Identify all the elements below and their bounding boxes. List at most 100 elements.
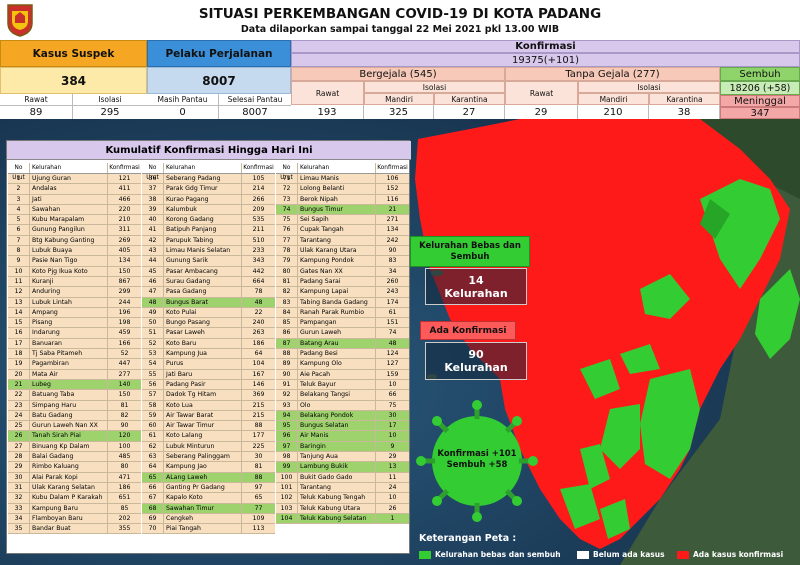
row-no: 34 [8, 513, 30, 524]
row-konfirmasi: 215 [252, 411, 265, 419]
row-kelurahan: Bungus Timur [298, 204, 376, 215]
row-no: 45 [142, 266, 164, 276]
virus-line1: Konfirmasi +101 [437, 449, 517, 459]
table-row: 102 Teluk Kabung Tengah 10 [276, 493, 409, 504]
table-row: 21 Lubeg 140 [8, 379, 141, 391]
legend-item-ada: Ada kasus konfirmasi [677, 550, 783, 559]
table-row: 43 Limau Manis Selatan 233 [142, 246, 275, 257]
row-konfirmasi: 198 [118, 319, 131, 327]
row-kelurahan: Balai Gadang [30, 452, 108, 462]
suspek-label: Kasus Suspek [0, 40, 147, 67]
table-row: 40 Korong Gadang 535 [142, 215, 275, 226]
row-no: 60 [142, 421, 164, 431]
table-row: 57 Dadok Tg Hitam 369 [142, 390, 275, 401]
legend-label-ada: Ada kasus konfirmasi [693, 550, 784, 559]
row-konfirmasi: 210 [118, 216, 131, 224]
row-kelurahan: Seberang Palinggam [164, 452, 242, 462]
row-konfirmasi: 202 [118, 514, 131, 522]
table-row: 86 Gurun Laweh 74 [276, 328, 409, 339]
table-row: 18 Tj Saba Pitameh 52 [8, 349, 141, 360]
row-no: 84 [276, 307, 298, 318]
ada-count: 90 [468, 348, 484, 361]
bergejala-mandiri-value: 325 [364, 105, 434, 119]
row-konfirmasi: 105 [252, 175, 265, 182]
row-kelurahan: Rimbo Kaluang [30, 462, 108, 472]
row-konfirmasi: 510 [252, 236, 265, 244]
row-no: 65 [142, 472, 164, 482]
konfirmasi-label: Konfirmasi [291, 40, 800, 53]
tanpa-gejala-karantina-value: 38 [649, 105, 720, 119]
row-konfirmasi: 74 [388, 329, 397, 337]
row-no: 36 [142, 174, 164, 184]
row-kelurahan: Seberang Padang [164, 174, 242, 184]
row-kelurahan: Air Tawar Timur [164, 421, 242, 431]
row-konfirmasi: 266 [252, 195, 265, 203]
suspek-rawat-value: 89 [0, 105, 73, 119]
table-row: 26 Tanah Sirah Piai 120 [8, 431, 141, 442]
row-kelurahan: Pasie Nan Tigo [30, 256, 108, 266]
row-konfirmasi: 240 [252, 319, 265, 327]
row-konfirmasi: 263 [252, 329, 265, 337]
row-kelurahan: Ujung Guran [30, 174, 108, 184]
row-konfirmasi: 225 [252, 442, 265, 450]
legend-label-belum: Belum ada kasus [593, 550, 665, 559]
row-no: 96 [276, 431, 298, 441]
row-no: 38 [142, 194, 164, 204]
row-konfirmasi: 134 [118, 257, 131, 265]
row-kelurahan: Koto Lua [164, 400, 242, 410]
table-row: 65 ALang Laweh 88 [142, 472, 275, 483]
row-no: 20 [8, 369, 30, 379]
row-konfirmasi: 81 [120, 401, 129, 409]
table-row: 104 Teluk Kabung Selatan 1 [276, 513, 409, 525]
virus-line2: Sembuh +58 [446, 460, 508, 470]
table-row: 84 Ranah Parak Rumbio 61 [276, 307, 409, 319]
row-konfirmasi: 215 [252, 401, 265, 409]
page-title: SITUASI PERKEMBANGAN COVID-19 DI KOTA PA… [198, 6, 602, 22]
row-kelurahan: Simpang Haru [30, 400, 108, 410]
row-kelurahan: Purus [164, 359, 242, 369]
cumulative-table: Kumulatif Konfirmasi Hingga Hari Ini No … [6, 140, 411, 554]
row-konfirmasi: 269 [118, 236, 131, 244]
table-header-row: No Urut Kelurahan Konfirmasi [142, 163, 275, 181]
row-konfirmasi: 109 [252, 514, 265, 522]
table-row: 63 Seberang Palinggam 30 [142, 452, 275, 463]
row-no: 71 [276, 174, 298, 184]
tanpa-gejala-isolasi-label: Isolasi [578, 81, 720, 93]
row-konfirmasi: 65 [254, 494, 263, 502]
table-row: 5 Kubu Marapalam 210 [8, 215, 141, 226]
row-konfirmasi: 10 [388, 380, 397, 388]
table-row: 32 Kubu Dalam P Karakah 651 [8, 493, 141, 504]
row-konfirmasi: 214 [252, 185, 265, 193]
row-kelurahan: Sawahan Timur [164, 503, 242, 513]
row-kelurahan: Batipuh Panjang [164, 225, 242, 235]
table-row: 45 Pasar Ambacang 442 [142, 266, 275, 277]
row-no: 33 [8, 503, 30, 513]
row-kelurahan: Batu Gadang [30, 410, 108, 421]
row-no: 94 [276, 410, 298, 421]
table-row: 27 Binuang Kp Dalam 100 [8, 441, 141, 453]
perjalanan-selesai-value: 8007 [219, 105, 291, 119]
row-no: 40 [142, 215, 164, 225]
row-no: 74 [276, 204, 298, 215]
row-no: 87 [276, 338, 298, 349]
row-kelurahan: Lubuk Minturun [164, 441, 242, 452]
table-row: 68 Sawahan Timur 77 [142, 503, 275, 514]
row-no: 76 [276, 225, 298, 235]
row-konfirmasi: 52 [120, 350, 129, 358]
row-konfirmasi: 243 [386, 288, 399, 296]
row-no: 66 [142, 482, 164, 493]
table-row: 56 Padang Pasir 146 [142, 379, 275, 391]
row-no: 3 [8, 194, 30, 204]
row-kelurahan: Teluk Kabung Tengah [298, 493, 376, 503]
bergejala-karantina-label: Karantina [434, 93, 505, 105]
table-row: 71 Limau Manis 106 [276, 174, 409, 185]
row-no: 47 [142, 287, 164, 297]
row-no: 103 [276, 503, 298, 513]
row-kelurahan: Surau Gadang [164, 276, 242, 287]
row-no: 52 [142, 338, 164, 349]
row-kelurahan: Koto Baru [164, 338, 242, 349]
table-row: 38 Kurao Pagang 266 [142, 194, 275, 205]
row-konfirmasi: 466 [118, 195, 131, 203]
table-row: 88 Padang Besi 124 [276, 349, 409, 360]
row-no: 48 [142, 297, 164, 307]
